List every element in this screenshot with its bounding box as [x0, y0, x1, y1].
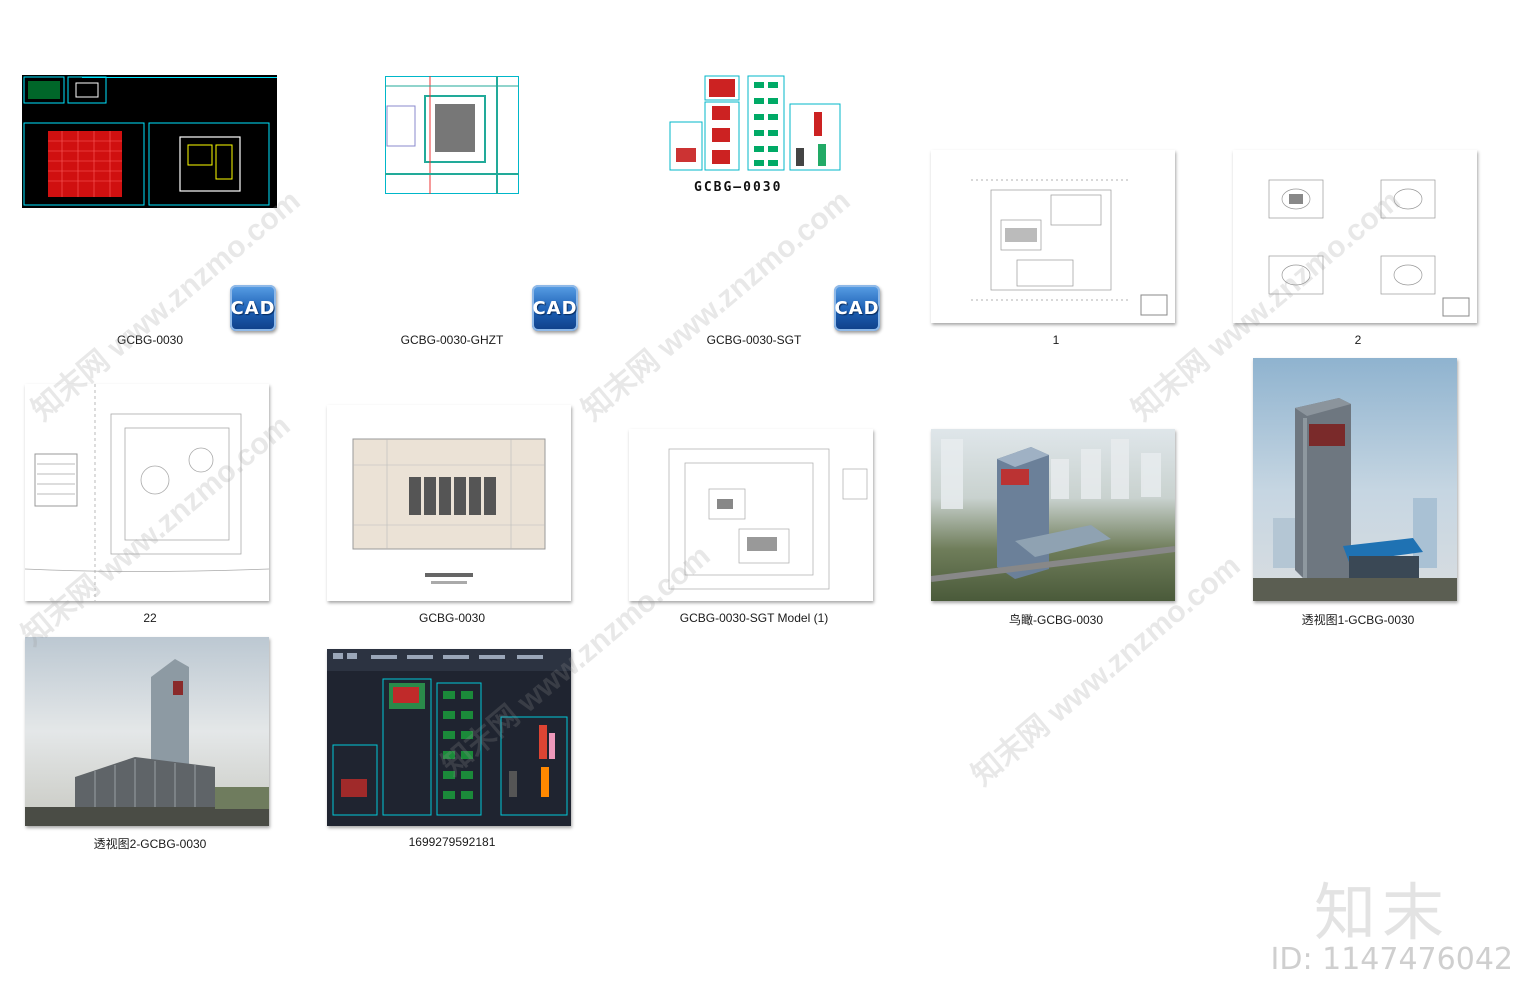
file-name: 鸟瞰-GCBG-0030 [1008, 613, 1104, 627]
file-item[interactable]: 鸟瞰-GCBG-0030 [906, 360, 1206, 630]
file-item[interactable]: 透视图2-GCBG-0030 [0, 630, 300, 860]
file-name: 22 [143, 611, 157, 625]
image-thumbnail [25, 637, 269, 826]
file-item[interactable]: GCBG-0030-SGT Model (1) [604, 360, 904, 630]
cad-thumbnail [385, 76, 519, 194]
image-thumbnail [25, 384, 269, 601]
file-name: GCBG-0030 [418, 611, 486, 625]
brand-logo: 知末 [1313, 876, 1450, 949]
image-thumbnail [327, 405, 571, 601]
file-item[interactable]: 透视图1-GCBG-0030 [1208, 358, 1508, 630]
file-item[interactable]: CAD GCBG-0030-GHZT [302, 70, 602, 360]
file-item[interactable]: GCBG-0030 [302, 360, 602, 630]
file-item[interactable]: 1699279592181 [302, 630, 602, 860]
file-name: 1699279592181 [408, 835, 496, 849]
cad-thumbnail [22, 75, 277, 208]
file-name: GCBG-0030 [116, 333, 184, 347]
cad-file-icon: CAD [532, 285, 578, 331]
image-thumbnail [931, 150, 1175, 323]
image-thumbnail [1233, 150, 1477, 323]
file-item[interactable]: GCBG—0030 CAD GCBG-0030-SGT [604, 70, 904, 360]
file-name: 透视图1-GCBG-0030 [1301, 613, 1415, 627]
cad-thumbnail [668, 74, 844, 174]
image-thumbnail [327, 649, 571, 826]
file-name: 2 [1354, 333, 1362, 347]
file-name: GCBG-0030-SGT [706, 333, 802, 347]
file-name: GCBG-0030-GHZT [400, 333, 504, 347]
file-item[interactable]: 22 [0, 360, 300, 630]
file-item[interactable]: 2 [1208, 70, 1508, 360]
asset-id: ID: 1147476042 [1270, 942, 1513, 977]
file-item[interactable]: 1 [906, 70, 1206, 360]
cad-file-icon: CAD [230, 285, 276, 331]
file-name: 透视图2-GCBG-0030 [93, 837, 207, 851]
preview-title: GCBG—0030 [694, 180, 783, 195]
image-thumbnail [931, 429, 1175, 601]
cad-file-icon: CAD [834, 285, 880, 331]
image-thumbnail [629, 429, 873, 601]
file-name: GCBG-0030-SGT Model (1) [679, 611, 829, 625]
file-item[interactable]: CAD GCBG-0030 [0, 70, 300, 360]
image-thumbnail [1253, 358, 1457, 601]
file-name: 1 [1052, 333, 1060, 347]
